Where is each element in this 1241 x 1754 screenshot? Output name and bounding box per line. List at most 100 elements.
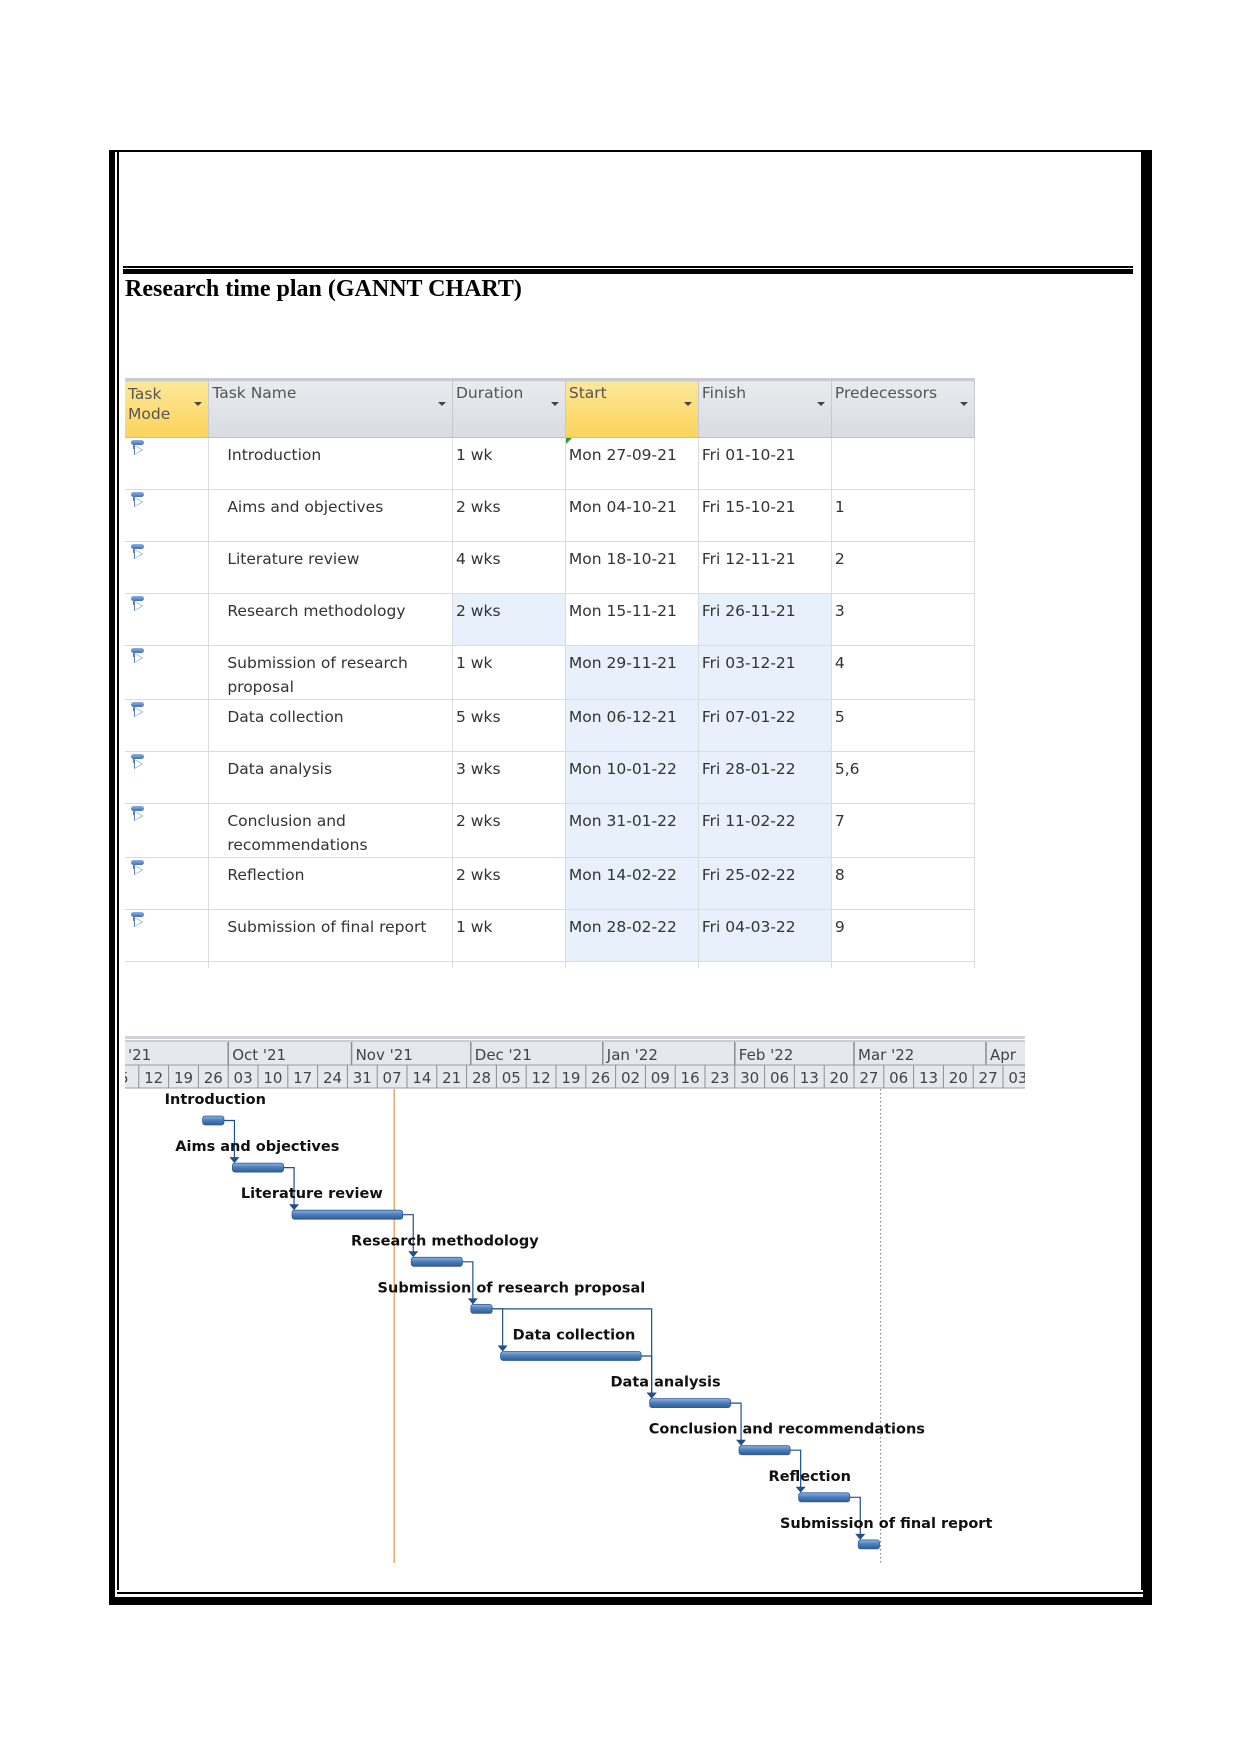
cell-task-mode[interactable] bbox=[125, 593, 210, 646]
cell-predecessors[interactable]: 9 bbox=[831, 909, 976, 962]
auto-scheduled-task-icon bbox=[131, 440, 147, 458]
task-bar[interactable] bbox=[202, 1115, 225, 1126]
table-row[interactable]: Submission of research proposal 1 wk Mon 2… bbox=[125, 645, 976, 700]
cell-value: Fri 01-10-21 bbox=[701, 446, 796, 464]
task-bar[interactable] bbox=[738, 1445, 791, 1456]
cell-start[interactable]: Mon 06-12-21 bbox=[565, 699, 699, 752]
task-bar[interactable] bbox=[649, 1398, 731, 1409]
timescale-top-border bbox=[125, 1036, 1025, 1039]
column-header-start[interactable]: Start bbox=[565, 378, 699, 438]
table-row[interactable]: Introduction 1 wk Mon 27-09-21 Fri 01-10-21 bbox=[125, 437, 976, 490]
cell-value: Submission of final report bbox=[227, 918, 427, 936]
table-row[interactable]: Reflection 2 wks Mon 14-02-22 Fri 25-02-22 8 bbox=[125, 857, 976, 910]
table-row[interactable]: Data analysis 3 wks Mon 10-01-22 Fri 28-01-… bbox=[125, 751, 976, 804]
cell-task-name[interactable]: Conclusion and recommendations bbox=[208, 803, 453, 858]
filter-dropdown-icon[interactable] bbox=[816, 402, 825, 406]
cell-predecessors[interactable]: 8 bbox=[831, 857, 976, 910]
cell-predecessors[interactable] bbox=[831, 437, 976, 490]
cell-finish[interactable]: Fri 26-11-21 bbox=[698, 593, 832, 646]
cell-task-name[interactable]: Literature review bbox=[208, 541, 453, 594]
table-row[interactable]: Research methodology 2 wks Mon 15-11-21 Fri… bbox=[125, 593, 976, 646]
cell-predecessors[interactable]: 1 bbox=[831, 489, 976, 542]
table-row[interactable]: Aims and objectives 2 wks Mon 04-10-21 Fri … bbox=[125, 489, 976, 542]
cell-task-mode[interactable] bbox=[125, 645, 210, 700]
filter-dropdown-icon[interactable] bbox=[438, 402, 446, 406]
cell-predecessors[interactable]: 3 bbox=[831, 593, 976, 646]
cell-task-name[interactable]: Introduction bbox=[208, 437, 453, 490]
cell-duration[interactable]: 1 wk bbox=[452, 909, 566, 962]
cell-finish[interactable]: Fri 07-01-22 bbox=[698, 699, 832, 752]
cell-predecessors[interactable]: 5,6 bbox=[831, 751, 976, 804]
column-header-task-name[interactable]: Task Name bbox=[208, 378, 453, 438]
cell-value: Mon 10-01-22 bbox=[568, 760, 677, 778]
table-row[interactable]: Literature review 4 wks Mon 18-10-21 Fri 12… bbox=[125, 541, 976, 594]
cell-start[interactable]: Mon 27-09-21 bbox=[565, 437, 699, 490]
cell-start[interactable]: Mon 31-01-22 bbox=[565, 803, 699, 858]
cell-finish[interactable]: Fri 25-02-22 bbox=[698, 857, 832, 910]
cell-task-name[interactable]: Research methodology bbox=[208, 593, 453, 646]
cell-task-name[interactable]: Aims and objectives bbox=[208, 489, 453, 542]
cell-duration[interactable]: 2 wks bbox=[452, 803, 566, 858]
cell-start[interactable]: Mon 04-10-21 bbox=[565, 489, 699, 542]
cell-duration[interactable]: 3 wks bbox=[452, 751, 566, 804]
filter-dropdown-icon[interactable] bbox=[683, 402, 692, 406]
table-row[interactable]: Data collection 5 wks Mon 06-12-21 Fri 07-0… bbox=[125, 699, 976, 752]
cell-predecessors[interactable]: 7 bbox=[831, 803, 976, 858]
cell-start[interactable]: Mon 15-11-21 bbox=[565, 593, 699, 646]
cell-predecessors[interactable]: 2 bbox=[831, 541, 976, 594]
cell-start[interactable]: Mon 29-11-21 bbox=[565, 645, 699, 700]
cell-task-mode[interactable] bbox=[125, 489, 210, 542]
cell-predecessors[interactable]: 5 bbox=[831, 699, 976, 752]
cell-task-name[interactable]: Reflection bbox=[208, 857, 453, 910]
filter-dropdown-icon[interactable] bbox=[194, 402, 203, 406]
cell-start[interactable]: Mon 28-02-22 bbox=[565, 909, 699, 962]
column-header-duration[interactable]: Duration bbox=[452, 378, 566, 438]
cell-task-name[interactable]: Submission of final report bbox=[208, 909, 453, 962]
task-bar[interactable] bbox=[232, 1162, 284, 1173]
task-bar[interactable] bbox=[500, 1351, 642, 1361]
cell-task-name[interactable]: Submission of research proposal bbox=[208, 645, 453, 700]
cell-finish[interactable]: Fri 03-12-21 bbox=[698, 645, 832, 700]
task-bar[interactable] bbox=[470, 1303, 493, 1314]
column-header-predecessors[interactable]: Predecessors bbox=[831, 378, 976, 438]
task-bar[interactable] bbox=[857, 1539, 880, 1550]
task-bar[interactable] bbox=[291, 1209, 404, 1220]
cell-duration[interactable]: 2 wks bbox=[452, 593, 566, 646]
cell-duration[interactable]: 2 wks bbox=[452, 857, 566, 910]
cell-start[interactable]: Mon 14-02-22 bbox=[565, 857, 699, 910]
cell-task-name[interactable]: Data collection bbox=[208, 699, 453, 752]
cell-task-name[interactable]: Data analysis bbox=[208, 751, 453, 804]
filter-dropdown-icon[interactable] bbox=[960, 402, 968, 406]
task-bar[interactable] bbox=[798, 1492, 851, 1503]
cell-start[interactable]: Mon 18-10-21 bbox=[565, 541, 699, 594]
cell-value: Fri 07-01-22 bbox=[701, 708, 796, 726]
cell-task-mode[interactable] bbox=[125, 803, 210, 858]
cell-duration[interactable]: 1 wk bbox=[452, 437, 566, 490]
cell-finish[interactable]: Fri 11-02-22 bbox=[698, 803, 832, 858]
cell-finish[interactable]: Fri 12-11-21 bbox=[698, 541, 832, 594]
cell-value: Mon 18-10-21 bbox=[568, 550, 677, 568]
cell-finish[interactable]: Fri 01-10-21 bbox=[698, 437, 832, 490]
cell-finish[interactable]: Fri 28-01-22 bbox=[698, 751, 832, 804]
cell-duration[interactable]: 2 wks bbox=[452, 489, 566, 542]
header-rule-thick bbox=[123, 269, 1133, 274]
table-row[interactable]: Conclusion and recommendations 2 wks Mon 3… bbox=[125, 803, 976, 858]
cell-task-mode[interactable] bbox=[125, 909, 210, 962]
table-row[interactable]: Submission of final report 1 wk Mon 28-02-… bbox=[125, 909, 976, 962]
filter-dropdown-icon[interactable] bbox=[550, 402, 559, 406]
cell-duration[interactable]: 4 wks bbox=[452, 541, 566, 594]
cell-task-mode[interactable] bbox=[125, 437, 210, 490]
cell-task-mode[interactable] bbox=[125, 541, 210, 594]
cell-predecessors[interactable]: 4 bbox=[831, 645, 976, 700]
task-bar[interactable] bbox=[410, 1256, 463, 1267]
cell-finish[interactable]: Fri 04-03-22 bbox=[698, 909, 832, 962]
cell-duration[interactable]: 5 wks bbox=[452, 699, 566, 752]
column-header-task-mode[interactable]: Task Mode bbox=[125, 378, 210, 438]
column-header-finish[interactable]: Finish bbox=[698, 378, 832, 438]
cell-task-mode[interactable] bbox=[125, 751, 210, 804]
cell-task-mode[interactable] bbox=[125, 857, 210, 910]
cell-start[interactable]: Mon 10-01-22 bbox=[565, 751, 699, 804]
cell-duration[interactable]: 1 wk bbox=[452, 645, 566, 700]
cell-finish[interactable]: Fri 15-10-21 bbox=[698, 489, 832, 542]
cell-task-mode[interactable] bbox=[125, 699, 210, 752]
